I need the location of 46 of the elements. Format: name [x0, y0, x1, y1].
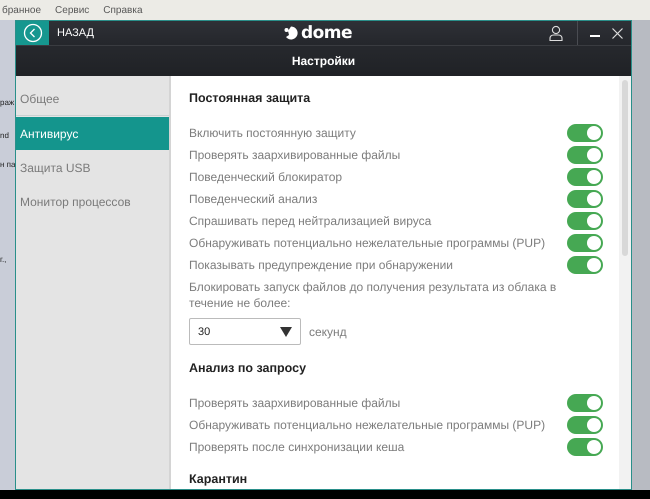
background-text: г.,: [0, 255, 8, 264]
sidebar-item[interactable]: Общее: [16, 82, 169, 116]
unit-label: секунд: [309, 324, 347, 338]
option-label: Обнаруживать потенциально нежелательные программы (PUP): [189, 418, 546, 432]
dropdown-caret-icon: [280, 326, 292, 336]
user-icon[interactable]: [549, 25, 563, 41]
option-label: Проверять после синхронизации кеша: [189, 440, 404, 454]
logo-icon: [284, 26, 298, 40]
toggle-switch[interactable]: [567, 190, 603, 208]
background-text: nd: [0, 131, 10, 140]
seconds-dropdown[interactable]: 30: [189, 318, 301, 345]
option-label: Проверять заархивированные файлы: [189, 148, 400, 162]
menu-item[interactable]: Справка: [103, 4, 143, 16]
toggle-switch[interactable]: [567, 212, 603, 230]
toggle-switch[interactable]: [567, 124, 603, 142]
toggle-switch[interactable]: [567, 438, 603, 456]
menu-item[interactable]: Сервис: [55, 4, 90, 16]
background-text: н па: [0, 160, 15, 169]
option-label: Включить постоянную защиту: [189, 126, 356, 140]
background-text: раж: [0, 98, 15, 107]
toggle-switch[interactable]: [567, 234, 603, 252]
option-label: Спрашивать перед нейтрализацией вируса: [189, 214, 432, 228]
option-description: Блокировать запуск файлов до получения результата из облака в течение не более:: [189, 279, 558, 311]
option-label: Поведенческий анализ: [189, 192, 318, 206]
logo-text: dome: [300, 23, 352, 43]
sidebar-item[interactable]: Монитор процессов: [16, 185, 169, 218]
toggle-switch[interactable]: [567, 416, 603, 434]
toggle-switch[interactable]: [567, 394, 603, 412]
sidebar-item[interactable]: Антивирус: [16, 117, 169, 150]
back-link[interactable]: НАЗАД: [57, 27, 94, 39]
toggle-switch[interactable]: [567, 256, 603, 274]
toggle-switch[interactable]: [567, 146, 603, 164]
section-heading: Постоянная защита: [189, 91, 312, 107]
option-label: Обнаруживать потенциально нежелательные программы (PUP): [189, 236, 546, 250]
scrollbar-thumb[interactable]: [622, 80, 628, 256]
back-button[interactable]: [16, 21, 49, 45]
section-heading: Анализ по запросу: [189, 361, 308, 377]
section-heading: Карантин: [189, 472, 248, 488]
close-icon[interactable]: [612, 28, 623, 38]
menu-item[interactable]: бранное: [2, 4, 42, 16]
option-label: Поведенческий блокиратор: [189, 170, 342, 184]
toggle-switch[interactable]: [567, 168, 603, 186]
option-label: Показывать предупреждение при обнаружении: [189, 258, 454, 272]
page-title: Настройки: [292, 54, 356, 68]
option-label: Проверять заархивированные файлы: [189, 396, 400, 410]
sidebar-item[interactable]: Защита USB: [16, 151, 169, 184]
